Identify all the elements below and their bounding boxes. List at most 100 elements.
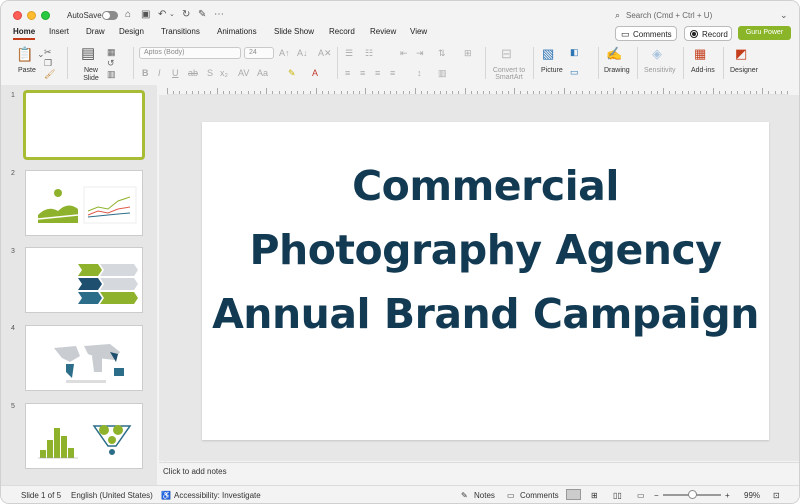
tab-transitions[interactable]: Transitions [161,27,200,38]
normal-view-icon[interactable] [566,489,581,500]
designer-icon[interactable]: ◩ [735,47,747,60]
tab-slide-show[interactable]: Slide Show [274,27,314,38]
decrease-indent-icon[interactable]: ⇤ [400,48,408,58]
save-icon[interactable]: ▣ [141,9,150,21]
more-icon[interactable]: ⋯ [214,9,224,21]
tab-draw[interactable]: Draw [86,27,105,38]
zoom-level[interactable]: 99% [744,491,760,500]
copy-icon[interactable]: ❐ [44,58,52,68]
align-right-icon[interactable]: ≡ [375,68,380,78]
font-size-combo[interactable]: 24 [244,47,274,59]
highlight-icon[interactable]: ✎ [288,68,296,78]
undo-icon[interactable]: ↶ [158,9,166,21]
slide-thumbnail-2[interactable] [25,170,143,236]
tab-insert[interactable]: Insert [49,27,69,38]
textbox-icon[interactable]: ▭ [570,67,579,77]
font-name-combo[interactable]: Aptos (Body) [139,47,241,59]
ribbon-separator [533,47,534,79]
increase-indent-icon[interactable]: ⇥ [416,48,424,58]
spacing-icon[interactable]: AV [238,68,249,78]
edit-icon[interactable]: ✎ [198,9,206,21]
align-center-icon[interactable]: ≡ [360,68,365,78]
slide-thumbnail-4[interactable] [25,325,143,391]
reset-icon[interactable]: ↺ [107,58,115,68]
notes-pane[interactable]: Click to add notes [159,462,799,482]
change-case-icon[interactable]: Aa [257,68,268,78]
tab-home[interactable]: Home [13,27,36,40]
tab-record[interactable]: Record [329,27,355,38]
slide-thumbnail-1[interactable] [23,90,145,160]
sensitivity-icon[interactable]: ◈ [652,47,662,60]
undo-dropdown-icon[interactable]: ⌄ [169,9,175,21]
font-color-icon[interactable]: A [312,68,318,78]
picture-icon[interactable]: ▧ [542,47,554,60]
reading-view-icon[interactable]: ▯▯ [613,491,622,500]
addins-icon[interactable]: ▦ [694,47,706,60]
zoom-in-icon[interactable]: + [725,491,730,500]
ruler-tick [495,91,497,94]
thumbnail-5-graphic [38,425,132,459]
align-text-icon[interactable]: ⊞ [464,48,472,58]
bullets-icon[interactable]: ☰ [345,48,353,58]
bold-icon[interactable]: B [142,68,149,78]
notes-toggle[interactable]: Notes [474,491,495,500]
ribbon-separator [683,47,684,79]
language-status[interactable]: English (United States) [71,491,153,500]
slide-thumbnail-3[interactable] [25,247,143,313]
fit-slide-icon[interactable]: ⊡ [773,491,780,500]
minimize-window-button[interactable] [27,11,36,20]
drawing-icon[interactable]: ✍ [606,47,622,60]
slideshow-view-icon[interactable]: ▭ [637,491,645,500]
search-icon: ⌕ [615,10,621,20]
ruler-tick [253,91,255,94]
shapes-icon[interactable]: ◧ [570,47,579,57]
zoom-window-button[interactable] [41,11,50,20]
slide-sorter-icon[interactable]: ⊞ [591,491,598,500]
smartart-icon[interactable]: ⊟ [501,47,512,60]
justify-icon[interactable]: ≡ [390,68,395,78]
zoom-out-icon[interactable]: − [654,491,659,500]
section-icon[interactable]: ▥ [107,69,116,79]
shadow-icon[interactable]: S [207,68,213,78]
guru-power-button[interactable]: Guru Power [738,26,791,40]
accessibility-status[interactable]: Accessibility: Investigate [174,491,261,500]
grow-font-icon[interactable]: A↑ [279,48,290,58]
slide-title[interactable]: Commercial Photography Agency Annual Bra… [202,154,769,346]
thumbnail-4-graphic [54,344,124,383]
home-icon[interactable]: ⌂ [125,9,131,21]
close-window-button[interactable] [13,11,22,20]
line-spacing-icon[interactable]: ↕ [417,68,422,78]
new-slide-icon[interactable]: ▤ [81,46,95,61]
current-slide[interactable]: Commercial Photography Agency Annual Bra… [202,122,769,440]
comments-toggle[interactable]: Comments [520,491,559,500]
numbering-icon[interactable]: ☷ [365,48,373,58]
shrink-font-icon[interactable]: A↓ [297,48,308,58]
italic-icon[interactable]: I [158,68,161,78]
tab-animations[interactable]: Animations [217,27,257,38]
align-left-icon[interactable]: ≡ [345,68,350,78]
slide-thumbnail-5[interactable] [25,403,143,469]
chevron-down-icon[interactable]: ⌄ [780,9,788,21]
text-direction-icon[interactable]: ⇅ [438,48,446,58]
underline-icon[interactable]: U [172,68,179,78]
tab-design[interactable]: Design [119,27,144,38]
columns-icon[interactable]: ▥ [438,68,447,78]
layout-icon[interactable]: ▦ [107,47,116,57]
paste-icon[interactable]: 📋 [16,47,33,61]
clear-format-icon[interactable]: A✕ [318,48,332,58]
format-painter-icon[interactable]: 🖌 [44,69,55,79]
autosave-toggle[interactable] [102,11,118,20]
tab-view[interactable]: View [410,27,427,38]
comments-button[interactable]: ▭ Comments [615,26,677,41]
addins-label: Add-ins [691,67,715,74]
cut-icon[interactable]: ✂ [44,47,52,57]
search-field[interactable]: Search (Cmd + Ctrl + U) [626,11,712,20]
notes-icon: ✎ [461,491,468,500]
record-button[interactable]: Record [684,26,732,41]
strikethrough-icon[interactable]: ab [188,68,198,78]
ruler-tick [607,91,609,94]
zoom-slider-knob[interactable] [688,490,697,499]
tab-review[interactable]: Review [370,27,396,38]
subscript-icon[interactable]: x₂ [220,68,228,78]
redo-icon[interactable]: ↻ [182,9,190,21]
